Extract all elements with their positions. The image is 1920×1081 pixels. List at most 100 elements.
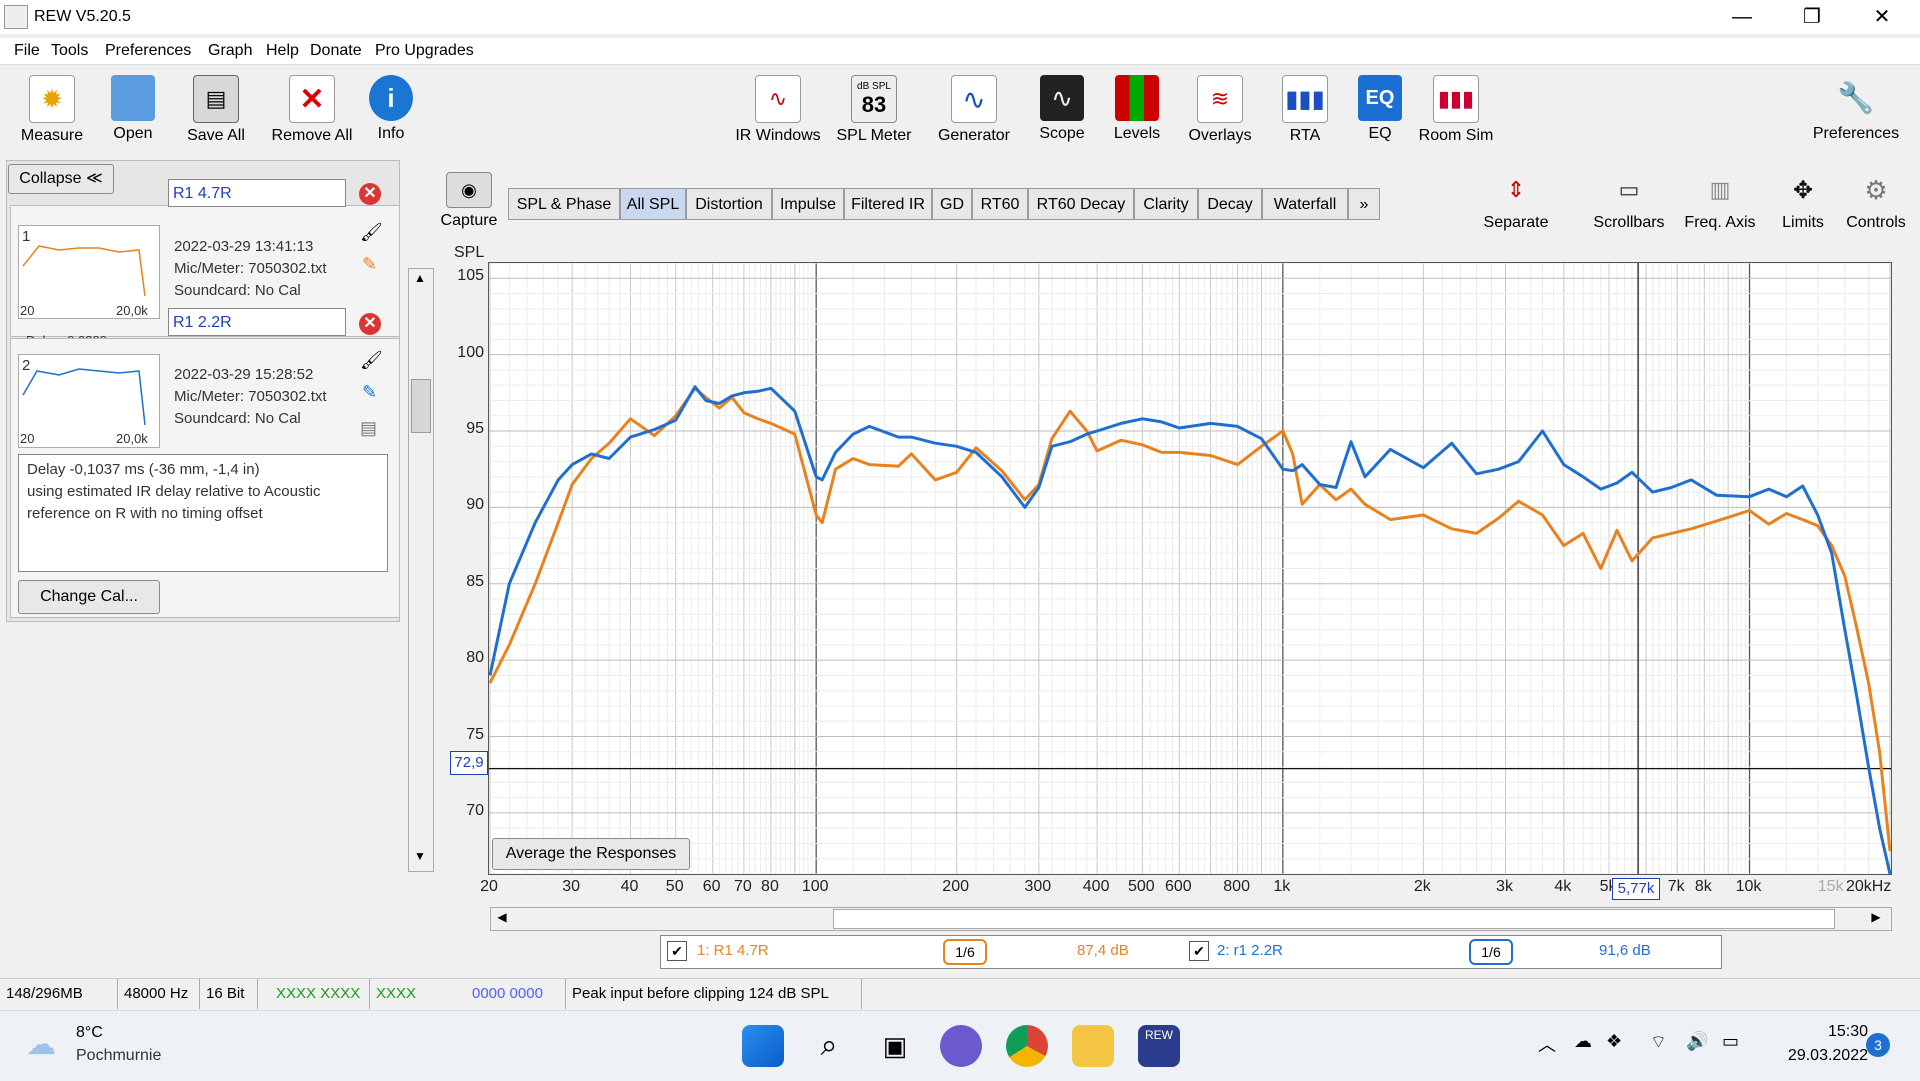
y-tick-label: 95 — [466, 420, 484, 438]
tab-impulse[interactable]: Impulse — [772, 188, 844, 220]
menu-file[interactable]: File — [14, 42, 40, 60]
maximize-button[interactable]: ❐ — [1782, 0, 1842, 34]
dropbox-icon[interactable]: ❖ — [1606, 1031, 1622, 1052]
info-button[interactable]: i Info — [366, 75, 416, 143]
smoothing-selector-2[interactable]: 1/6 — [1469, 939, 1513, 965]
minimize-button[interactable]: — — [1712, 0, 1772, 34]
save-all-label: Save All — [187, 127, 245, 144]
measurement-name-input[interactable]: R1 4.7R — [168, 179, 346, 207]
tab-clarity[interactable]: Clarity — [1134, 188, 1198, 220]
file-explorer-icon[interactable] — [1072, 1025, 1114, 1067]
measurement-mic: Mic/Meter: 7050302.txt — [174, 388, 327, 405]
notes-icon[interactable]: ▤ — [360, 418, 377, 439]
controls-button[interactable]: ⚙ Controls — [1840, 170, 1912, 232]
limits-button[interactable]: ✥ Limits — [1770, 170, 1836, 232]
collapse-button[interactable]: Collapse ≪ — [8, 164, 114, 194]
notification-badge[interactable]: 3 — [1866, 1033, 1890, 1057]
tab-gd[interactable]: GD — [932, 188, 972, 220]
menu-donate[interactable]: Donate — [310, 42, 362, 60]
legend-checkbox-1[interactable]: ✔ — [667, 941, 687, 961]
scroll-thumb[interactable] — [411, 379, 431, 433]
thumbnail-high-freq: 20,0k — [116, 303, 148, 318]
tab-rt60[interactable]: RT60 — [972, 188, 1028, 220]
menu-help[interactable]: Help — [266, 42, 299, 60]
chrome-icon[interactable] — [1006, 1025, 1048, 1067]
vertical-scrollbar[interactable]: ▲ ▼ — [408, 268, 434, 872]
eq-label: EQ — [1368, 125, 1392, 142]
remove-measurement-icon[interactable]: ✕ — [359, 313, 381, 335]
weather-temp[interactable]: 8°C — [76, 1024, 103, 1042]
ir-windows-button[interactable]: ∿ IR Windows — [733, 75, 823, 145]
open-button[interactable]: Open — [100, 75, 166, 143]
separate-button[interactable]: ⇕ Separate — [1476, 170, 1556, 232]
battery-icon[interactable]: ▭ — [1722, 1031, 1739, 1052]
measurement-name-input[interactable]: R1 2.2R — [168, 308, 346, 336]
save-all-button[interactable]: ▤ Save All — [176, 75, 256, 145]
close-window-button[interactable]: ✕ — [1852, 0, 1912, 34]
eq-button[interactable]: EQ EQ — [1352, 75, 1408, 143]
windows-start-icon[interactable] — [742, 1025, 784, 1067]
freq-axis-button[interactable]: ▥ Freq. Axis — [1678, 170, 1762, 232]
color-picker-icon[interactable]: 🖌 — [360, 350, 383, 371]
tab-more[interactable]: » — [1348, 188, 1380, 220]
teams-chat-icon[interactable] — [940, 1025, 982, 1067]
legend-checkbox-2[interactable]: ✔ — [1189, 941, 1209, 961]
measure-button[interactable]: ✹ Measure — [14, 75, 90, 145]
tab-distortion[interactable]: Distortion — [686, 188, 772, 220]
measure-icon: ✹ — [29, 75, 75, 123]
weather-desc[interactable]: Pochmurnie — [76, 1047, 161, 1065]
color-picker-icon[interactable]: 🖌 — [360, 222, 383, 243]
scroll-down-icon[interactable]: ▼ — [411, 849, 429, 867]
pencil-icon[interactable]: ✎ — [362, 254, 377, 275]
search-icon[interactable]: ⌕ — [808, 1025, 850, 1067]
task-view-icon[interactable]: ▣ — [874, 1025, 916, 1067]
scroll-up-icon[interactable]: ▲ — [411, 271, 429, 289]
ir-windows-icon: ∿ — [755, 75, 801, 123]
onedrive-icon[interactable]: ☁ — [1574, 1031, 1592, 1052]
room-sim-button[interactable]: ▮▮▮ Room Sim — [1418, 75, 1494, 145]
generator-button[interactable]: ∿ Generator — [934, 75, 1014, 145]
pencil-icon[interactable]: ✎ — [362, 382, 377, 403]
scroll-right-icon[interactable]: ▶ — [1867, 910, 1885, 928]
change-cal-button[interactable]: Change Cal... — [18, 580, 160, 614]
tab-all-spl[interactable]: All SPL — [620, 188, 686, 220]
spl-graph-area[interactable] — [488, 262, 1892, 875]
scope-button[interactable]: ∿ Scope — [1030, 75, 1094, 143]
menu-pro-upgrades[interactable]: Pro Upgrades — [375, 42, 474, 60]
average-responses-button[interactable]: Average the Responses — [492, 838, 690, 870]
levels-button[interactable]: Levels — [1106, 75, 1168, 143]
scrollbars-button[interactable]: ▭ Scrollbars — [1584, 170, 1674, 232]
smoothing-selector-1[interactable]: 1/6 — [943, 939, 987, 965]
chevron-up-icon[interactable]: ︿ — [1538, 1031, 1556, 1057]
room-sim-label: Room Sim — [1418, 127, 1494, 144]
tab-rt60-decay[interactable]: RT60 Decay — [1028, 188, 1134, 220]
windows-taskbar: ☁ 8°C Pochmurnie ⌕ ▣ REW ︿ ☁ ❖ ⌔ 🔊 ▭ 15:… — [0, 1010, 1920, 1081]
overlays-button[interactable]: ≋ Overlays — [1180, 75, 1260, 145]
menu-preferences[interactable]: Preferences — [105, 42, 191, 60]
volume-icon[interactable]: 🔊 — [1686, 1031, 1708, 1052]
tab-filtered-ir[interactable]: Filtered IR — [844, 188, 932, 220]
menu-graph[interactable]: Graph — [208, 42, 252, 60]
scroll-left-icon[interactable]: ◀ — [493, 910, 511, 928]
menu-tools[interactable]: Tools — [51, 42, 88, 60]
h-scroll-thumb[interactable] — [833, 909, 1835, 929]
y-tick-label: 75 — [466, 725, 484, 743]
thumbnail-high-freq: 20,0k — [116, 431, 148, 446]
clock-date[interactable]: 29.03.2022 — [1766, 1047, 1868, 1065]
capture-button[interactable]: ◉ Capture — [438, 172, 500, 230]
spl-curve-1 — [489, 386, 1891, 852]
rew-taskbar-icon[interactable]: REW — [1138, 1025, 1180, 1067]
clock-time[interactable]: 15:30 — [1808, 1023, 1868, 1041]
tab-spl-phase[interactable]: SPL & Phase — [508, 188, 620, 220]
gear-icon: ⚙ — [1864, 174, 1888, 205]
spl-meter-button[interactable]: dB SPL 83 SPL Meter — [834, 75, 914, 145]
rta-button[interactable]: ▮▮▮ RTA — [1275, 75, 1335, 145]
tab-decay[interactable]: Decay — [1198, 188, 1262, 220]
remove-measurement-icon[interactable]: ✕ — [359, 183, 381, 205]
wifi-icon[interactable]: ⌔ — [1650, 1031, 1667, 1054]
horizontal-scrollbar[interactable]: ◀ ▶ — [490, 907, 1892, 931]
tab-waterfall[interactable]: Waterfall — [1262, 188, 1348, 220]
preferences-button[interactable]: 🔧 Preferences — [1806, 75, 1906, 143]
scope-icon: ∿ — [1040, 75, 1084, 121]
remove-all-button[interactable]: ✕ Remove All — [266, 75, 358, 145]
